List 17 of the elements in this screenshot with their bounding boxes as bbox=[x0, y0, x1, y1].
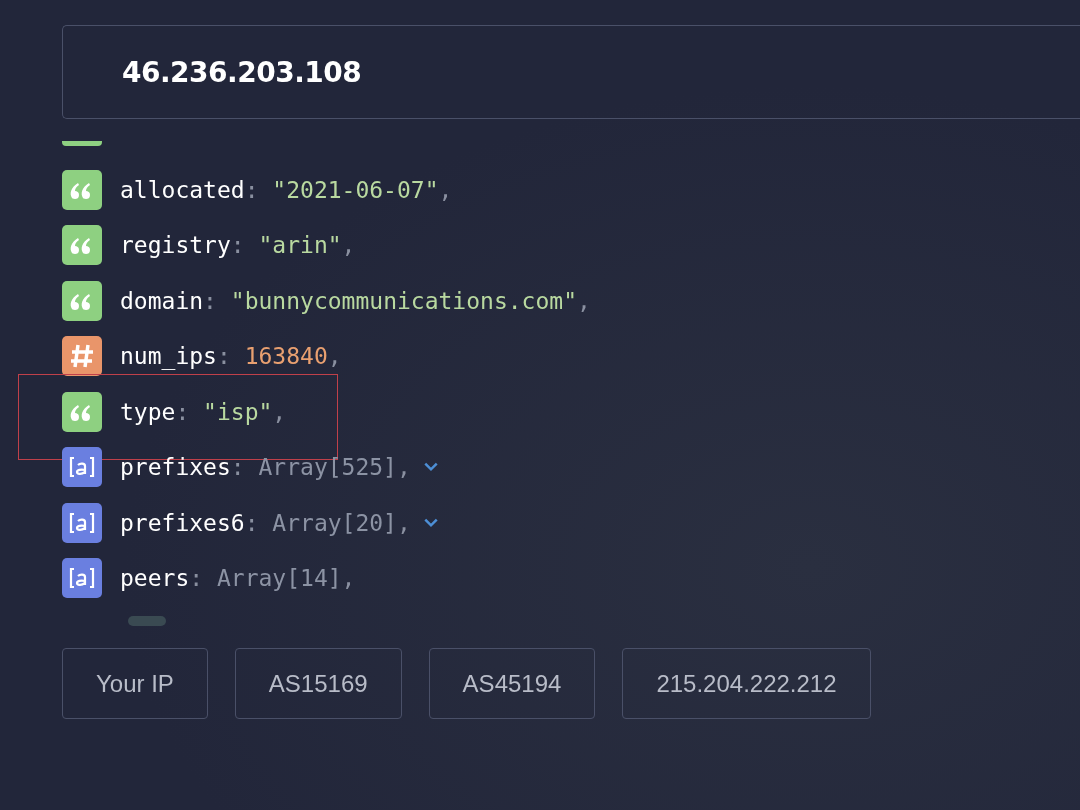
json-line: type: "isp", bbox=[120, 398, 287, 425]
json-line: registry: "arin", bbox=[120, 232, 356, 259]
json-line: domain: "bunnycommunications.com", bbox=[120, 287, 591, 314]
json-line: prefixes: Array[525], bbox=[120, 454, 411, 481]
json-line: allocated: "2021-06-07", bbox=[120, 176, 453, 203]
search-field[interactable]: 46.236.203.108 bbox=[62, 25, 1080, 119]
quick-lookup-button[interactable]: Your IP bbox=[62, 648, 208, 719]
chevron-down-icon[interactable] bbox=[422, 516, 439, 529]
quick-lookup-button[interactable]: 215.204.222.212 bbox=[622, 648, 871, 719]
json-line: num_ips: 163840, bbox=[120, 343, 342, 370]
quick-lookup-button[interactable]: AS45194 bbox=[428, 648, 596, 719]
json-line: peers: Array[14], bbox=[120, 565, 356, 592]
quick-lookup-button[interactable]: AS15169 bbox=[234, 648, 402, 719]
json-line: prefixes6: Array[20], bbox=[120, 509, 411, 536]
ip-address-text: 46.236.203.108 bbox=[122, 55, 362, 89]
scrollbar-thumb[interactable] bbox=[128, 616, 166, 626]
chevron-down-icon[interactable] bbox=[422, 461, 439, 474]
